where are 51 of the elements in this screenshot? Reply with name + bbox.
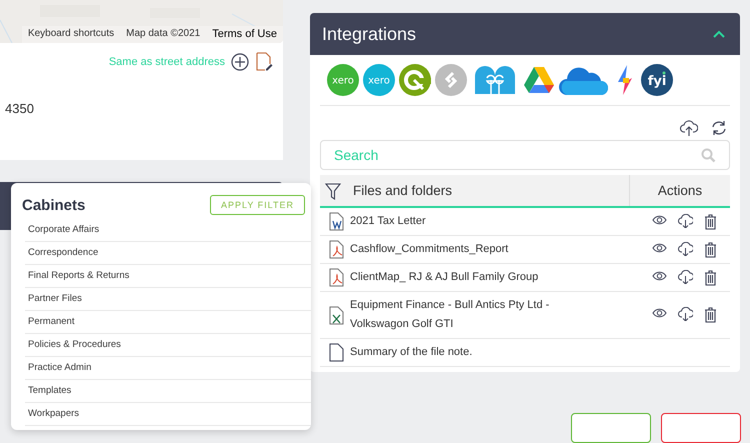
cabinet-item[interactable]: Final Reports & Returns (25, 265, 311, 288)
trash-icon[interactable] (704, 270, 718, 286)
view-icon[interactable] (652, 242, 668, 254)
cloud-download-icon[interactable] (678, 270, 694, 284)
cabinet-item[interactable]: Corporate Affairs (25, 219, 311, 242)
app-logo-icon[interactable] (399, 64, 431, 96)
file-name[interactable]: Cashflow_Commitments_Report (350, 240, 575, 259)
cabinet-item[interactable]: Partner Files (25, 288, 311, 311)
file-name[interactable]: Equipment Finance - Bull Antics Pty Ltd - Volkswagon Golf GTI (350, 296, 575, 334)
trash-icon[interactable] (704, 307, 718, 323)
view-icon[interactable] (652, 270, 668, 282)
search-field[interactable]: Search (320, 140, 730, 170)
cloud-download-icon[interactable] (678, 242, 694, 256)
cloud-download-icon[interactable] (678, 307, 694, 321)
panel-title: Integrations (322, 24, 416, 44)
cabinet-item[interactable]: Policies & Procedures (25, 334, 311, 357)
cabinet-item[interactable]: Correspondence (25, 242, 311, 265)
cabinet-item[interactable]: Practice Admin (25, 357, 311, 380)
edit-document-icon[interactable] (255, 52, 273, 71)
postcode-text: 4350 (4, 100, 35, 116)
action-button[interactable] (661, 413, 741, 443)
filter-icon[interactable] (325, 182, 341, 200)
view-icon[interactable] (652, 307, 668, 319)
map-attribution: Map data ©2021 (125, 27, 202, 41)
word-file-icon (328, 212, 344, 231)
view-icon[interactable] (652, 214, 668, 226)
file-name[interactable]: ClientMap_ RJ & AJ Bull Family Group (350, 268, 575, 287)
file-name[interactable]: Summary of the file note. (350, 343, 575, 362)
trash-icon[interactable] (704, 214, 718, 230)
cabinet-item[interactable]: Permanent (25, 311, 311, 334)
collapse-chevron-icon[interactable] (712, 29, 726, 39)
map-attribution[interactable]: Keyboard shortcuts (22, 26, 120, 43)
column-header: Files and folders (353, 183, 452, 198)
terms-link[interactable]: Terms of Use (206, 26, 283, 43)
cloud-download-icon[interactable] (678, 214, 694, 228)
popup-title: Cabinets (22, 196, 86, 214)
cloud-upload-icon[interactable] (680, 120, 698, 136)
column-header: Actions (630, 175, 730, 207)
action-button[interactable] (571, 413, 651, 443)
trash-icon[interactable] (704, 242, 718, 258)
pdf-file-icon (328, 268, 344, 287)
app-logo-icon[interactable]: fyi (641, 64, 673, 96)
excel-file-icon (328, 306, 344, 324)
cabinet-item[interactable]: Workpapers (25, 403, 311, 426)
refresh-icon[interactable] (710, 120, 728, 136)
file-file-icon (328, 343, 344, 362)
add-icon[interactable] (231, 52, 249, 70)
cabinet-item[interactable]: Templates (25, 380, 311, 403)
file-name[interactable]: 2021 Tax Letter (350, 212, 575, 231)
app-logo-icon[interactable] (523, 64, 555, 96)
pdf-file-icon (328, 240, 344, 259)
